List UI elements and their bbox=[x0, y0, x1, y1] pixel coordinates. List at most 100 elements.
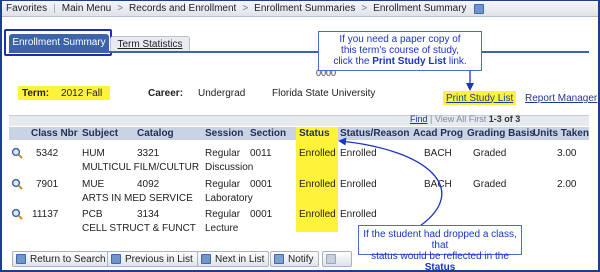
search-detail-icon[interactable] bbox=[11, 208, 23, 220]
first-link[interactable]: First bbox=[469, 114, 487, 124]
cell-class-nbr: 5342 bbox=[36, 148, 59, 159]
callout-line: this term's course of study, bbox=[341, 45, 459, 56]
cell-section: 0001 bbox=[250, 209, 273, 220]
col-section[interactable]: Section bbox=[250, 128, 286, 139]
view-all-link[interactable]: View All bbox=[435, 114, 466, 124]
callout-status-hint: If the student had dropped a class, that… bbox=[358, 225, 522, 272]
breadcrumb-separator: > bbox=[361, 3, 368, 14]
cell-status-reason: Enrolled bbox=[340, 148, 377, 159]
cell-catalog: 3321 bbox=[137, 148, 160, 159]
nav-current: Enrollment Summary bbox=[373, 3, 467, 14]
cell-subject: MUE bbox=[82, 179, 105, 190]
callout-text: status would be reflected in the bbox=[371, 251, 509, 262]
print-study-list-link[interactable]: Print Study List bbox=[443, 91, 517, 105]
col-grading-basis[interactable]: Grading Basis bbox=[467, 128, 535, 139]
cell-units: 3.00 bbox=[557, 148, 577, 159]
notify-icon bbox=[274, 254, 284, 264]
cell-status-reason: Enrolled bbox=[340, 209, 377, 220]
grid-navigation: Find | View All First 1-3 of 3 bbox=[410, 114, 520, 124]
cell-description: CELL STRUCT & FUNCT bbox=[82, 223, 196, 234]
callout-line: If the student had dropped a class, that bbox=[363, 229, 517, 251]
tab-label: Enrollment Summary bbox=[12, 37, 106, 48]
cell-section: 0011 bbox=[250, 148, 272, 159]
page-icon[interactable] bbox=[473, 3, 484, 14]
col-catalog[interactable]: Catalog bbox=[137, 128, 174, 139]
col-units-taken[interactable]: Units Taken bbox=[533, 128, 589, 139]
cell-status: Enrolled bbox=[299, 148, 336, 159]
col-status-reason[interactable]: Status/Reason bbox=[340, 128, 409, 139]
nav-main-menu[interactable]: Main Menu bbox=[58, 3, 115, 14]
institution-value: Florida State University bbox=[272, 88, 376, 99]
callout-line: If you need a paper copy of bbox=[339, 34, 461, 45]
term-field: Term: 2012 Fall bbox=[18, 86, 110, 100]
breadcrumb-bar: Favorites | Main Menu > Records and Enro… bbox=[2, 1, 598, 17]
cell-section: 0001 bbox=[250, 179, 273, 190]
cell-grading-basis: Graded bbox=[473, 148, 507, 159]
button-label: Return to Search bbox=[30, 253, 106, 265]
term-label: Term: bbox=[22, 87, 50, 99]
callout-bold: Status bbox=[424, 262, 456, 272]
callout-text: link. bbox=[446, 56, 467, 67]
button-label: Previous in List bbox=[125, 253, 193, 265]
cell-description: ARTS IN MED SERVICE bbox=[82, 193, 193, 204]
previous-in-list-button[interactable]: Previous in List bbox=[107, 251, 198, 267]
cell-status: Enrolled bbox=[299, 179, 336, 190]
callout-bold: Print Study List bbox=[372, 56, 447, 67]
grid-nav-divider: | bbox=[430, 114, 433, 124]
button-label: Notify bbox=[288, 253, 314, 265]
col-class-nbr[interactable]: Class Nbr bbox=[31, 128, 78, 139]
nav-favorites[interactable]: Favorites bbox=[2, 3, 51, 14]
row-count: 1-3 of 3 bbox=[488, 114, 521, 124]
breadcrumb-separator: > bbox=[117, 3, 124, 14]
report-manager-link[interactable]: Report Manager bbox=[525, 93, 597, 104]
term-value: 2012 Fall bbox=[61, 87, 103, 99]
cell-catalog: 3134 bbox=[137, 209, 160, 220]
cell-subject: PCB bbox=[82, 209, 103, 220]
callout-line: click the Print Study List link. bbox=[319, 56, 481, 67]
cell-acad-prog: BACH bbox=[424, 179, 452, 190]
col-session[interactable]: Session bbox=[205, 128, 243, 139]
callout-line: status would be reflected in the Status bbox=[359, 251, 521, 272]
previous-icon bbox=[111, 254, 121, 264]
find-link[interactable]: Find bbox=[410, 114, 428, 124]
refresh-icon bbox=[326, 254, 336, 264]
col-subject[interactable]: Subject bbox=[82, 128, 118, 139]
next-icon bbox=[201, 254, 211, 264]
callout-text: click the bbox=[333, 56, 373, 67]
career-label: Career: bbox=[148, 88, 184, 99]
callout-print-hint: If you need a paper copy of this term's … bbox=[318, 31, 482, 71]
cell-class-nbr: 7901 bbox=[36, 179, 59, 190]
cell-component: Lecture bbox=[205, 223, 239, 234]
tab-underline bbox=[9, 51, 589, 53]
cell-acad-prog: BACH bbox=[424, 148, 452, 159]
cell-subject: HUM bbox=[82, 148, 105, 159]
cell-session: Regular bbox=[205, 148, 241, 159]
cell-description: MULTICUL FILM/CULTUR bbox=[82, 162, 200, 173]
return-icon bbox=[16, 254, 26, 264]
return-to-search-button[interactable]: Return to Search bbox=[12, 251, 111, 267]
button-label: Next in List bbox=[215, 253, 265, 265]
nav-divider: | bbox=[53, 3, 56, 14]
cell-units: 2.00 bbox=[557, 179, 577, 190]
next-in-list-button[interactable]: Next in List bbox=[197, 251, 270, 267]
cell-session: Regular bbox=[205, 209, 241, 220]
cell-component: Discussion bbox=[205, 162, 254, 173]
career-value: Undergrad bbox=[198, 88, 246, 99]
search-detail-icon[interactable] bbox=[11, 147, 23, 159]
notify-button[interactable]: Notify bbox=[270, 251, 319, 267]
nav-records[interactable]: Records and Enrollment bbox=[125, 3, 240, 14]
cell-component: Laboratory bbox=[205, 193, 253, 204]
tab-enrollment-summary[interactable]: Enrollment Summary bbox=[9, 34, 109, 51]
cell-class-nbr: 11137 bbox=[32, 209, 59, 220]
tab-label: Term Statistics bbox=[117, 38, 183, 50]
breadcrumb-separator: > bbox=[242, 3, 249, 14]
search-detail-icon[interactable] bbox=[11, 178, 23, 190]
col-status[interactable]: Status bbox=[299, 128, 330, 139]
cell-status: Enrolled bbox=[299, 209, 336, 220]
cell-status-reason: Enrolled bbox=[340, 179, 377, 190]
nav-summaries[interactable]: Enrollment Summaries bbox=[250, 3, 359, 14]
tab-term-statistics[interactable]: Term Statistics bbox=[110, 36, 190, 51]
refresh-button[interactable] bbox=[322, 251, 352, 267]
col-acad-prog[interactable]: Acad Prog bbox=[413, 128, 463, 139]
cell-catalog: 4092 bbox=[137, 179, 160, 190]
